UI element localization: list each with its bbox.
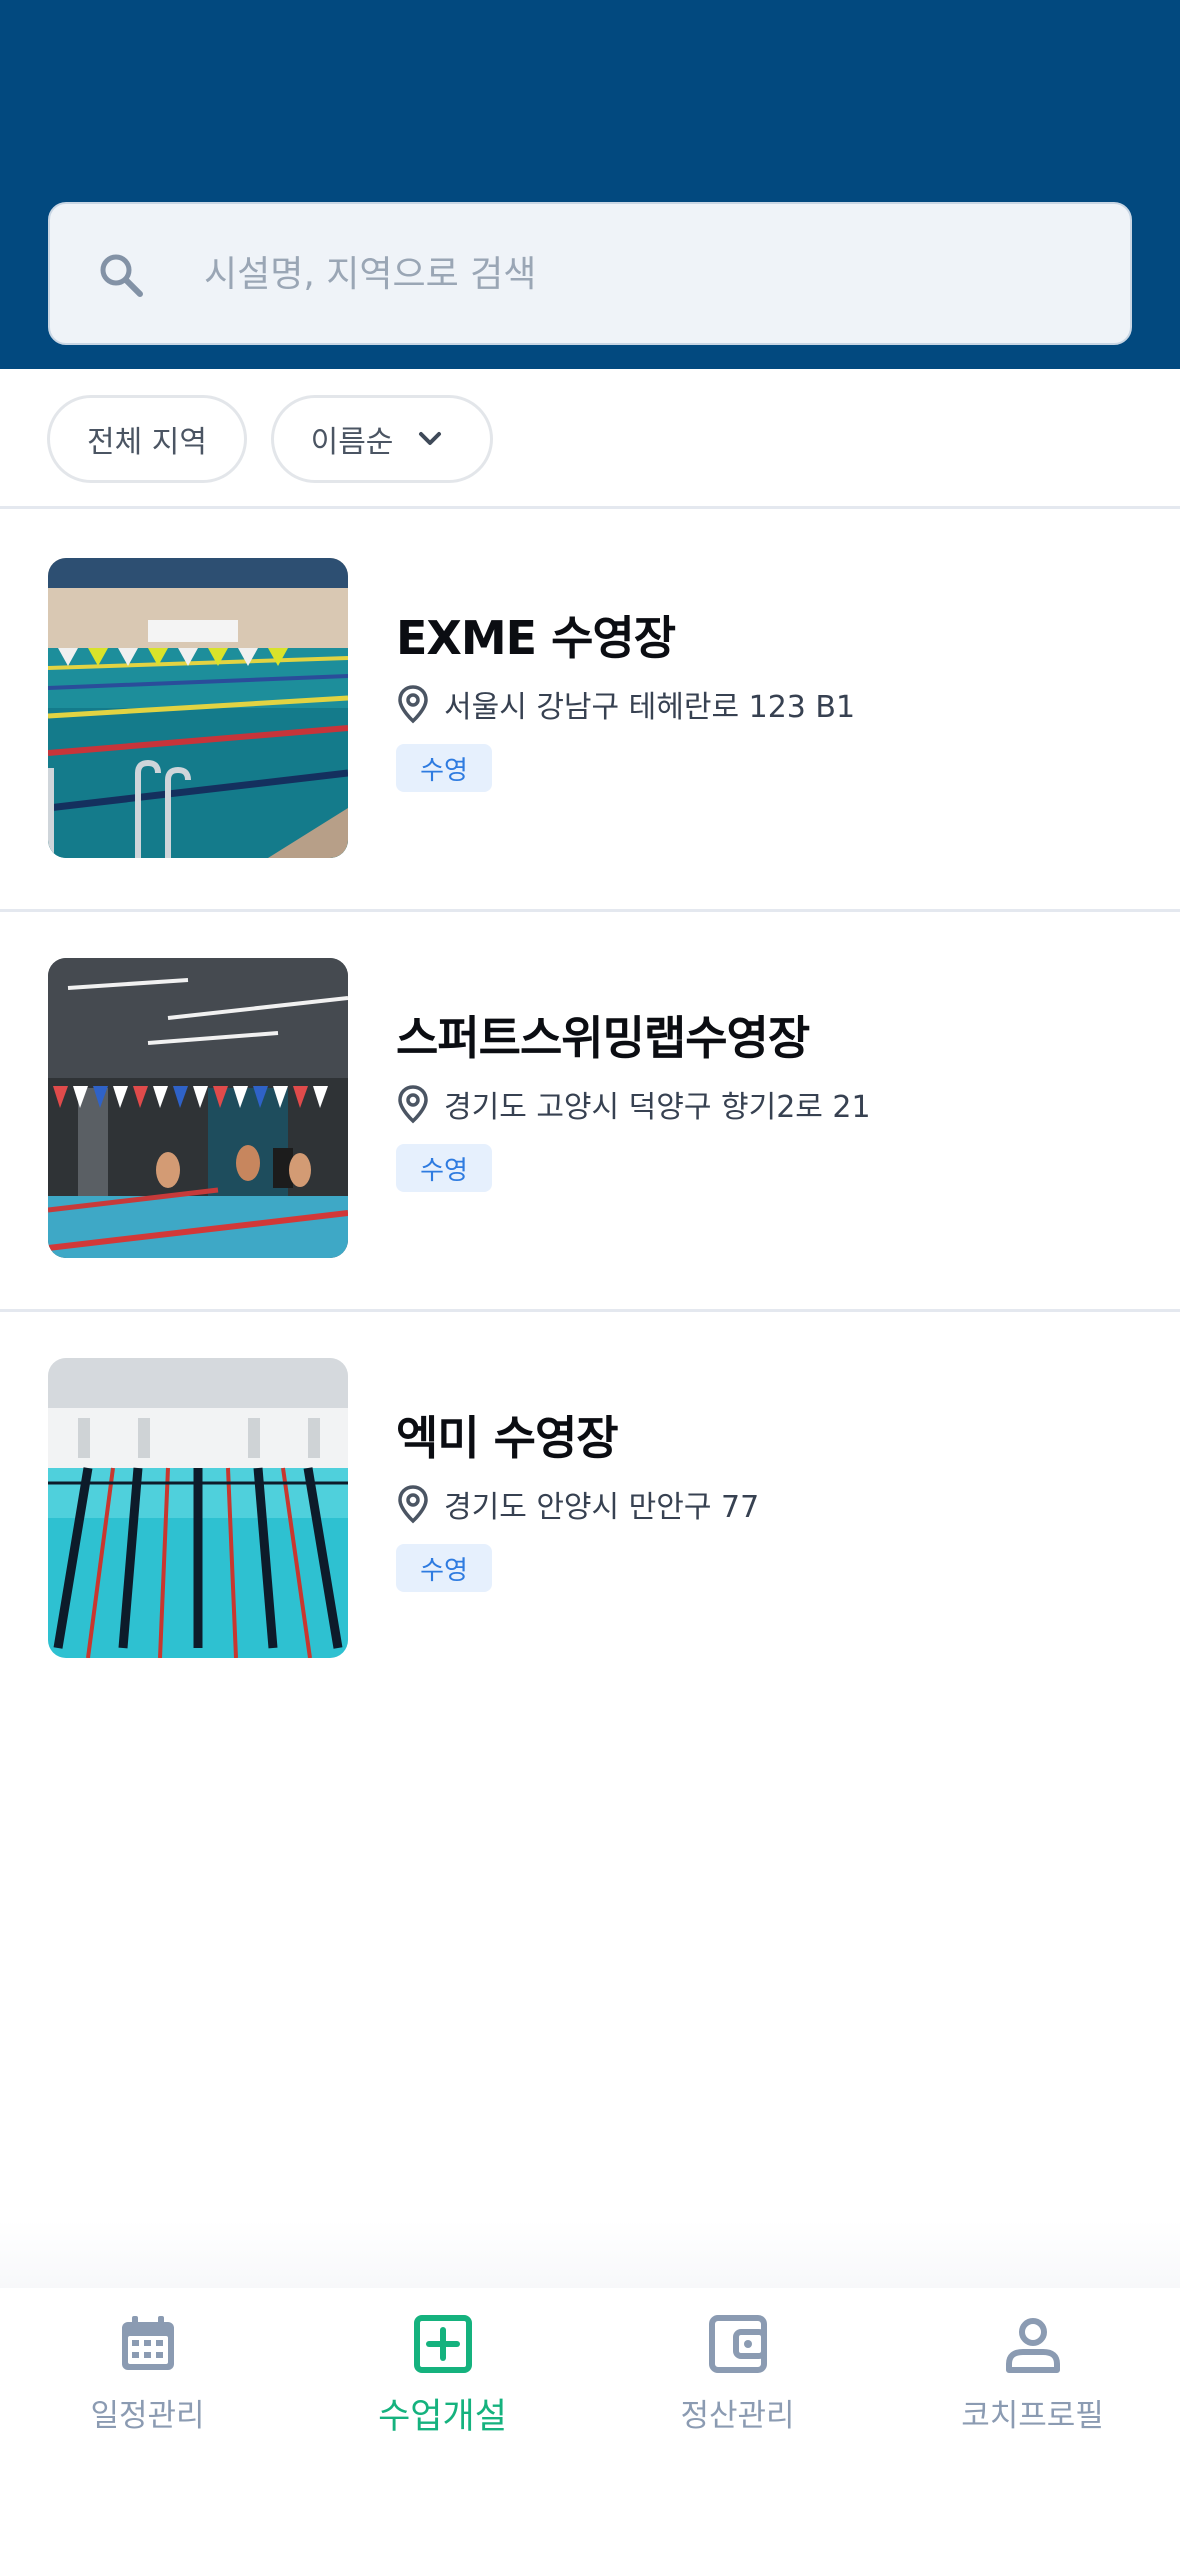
- tab-create-class[interactable]: 수업개설: [295, 2312, 590, 2462]
- facility-list: EXME 수영장 서울시 강남구 테헤란로 123 B1 수영 스퍼트스위밍랩수…: [0, 512, 1180, 1712]
- tab-label: 일정관리: [90, 2398, 205, 2434]
- facility-name: EXME 수영장: [396, 611, 676, 665]
- sort-dropdown[interactable]: 이름순: [271, 395, 493, 483]
- facility-tag: 수영: [396, 1144, 492, 1192]
- facility-thumbnail: [48, 558, 348, 858]
- facility-address-text: 경기도 고양시 덕양구 향기2로 21: [444, 1090, 871, 1125]
- facility-tag: 수영: [396, 1544, 492, 1592]
- tab-settlement[interactable]: 정산관리: [590, 2312, 885, 2462]
- facility-name: 스퍼트스위밍랩수영장: [396, 1011, 810, 1065]
- person-icon: [1005, 2318, 1060, 2373]
- search-icon: [100, 254, 143, 297]
- location-pin-icon: [398, 685, 428, 724]
- facility-tag: 수영: [396, 744, 492, 792]
- search-box[interactable]: [48, 202, 1132, 345]
- bottom-fade: [0, 2220, 1180, 2290]
- tab-label: 수업개설: [378, 2397, 507, 2437]
- lane-pool-photo: [48, 1358, 348, 1658]
- facility-address: 서울시 강남구 테헤란로 123 B1: [396, 682, 855, 726]
- tab-label: 코치프로필: [961, 2398, 1104, 2434]
- facility-item[interactable]: 스퍼트스위밍랩수영장 경기도 고양시 덕양구 향기2로 21 수영: [0, 912, 1180, 1312]
- facility-address: 경기도 고양시 덕양구 향기2로 21: [396, 1082, 871, 1126]
- region-filter-chip[interactable]: 전체 지역: [47, 395, 247, 483]
- swimmers-pool-photo: [48, 958, 348, 1258]
- sort-label: 이름순: [310, 425, 394, 460]
- facility-name: 엑미 수영장: [396, 1411, 619, 1465]
- facility-address: 경기도 안양시 만안구 77: [396, 1482, 759, 1526]
- chevron-down-icon: [419, 432, 442, 445]
- filter-bar: 전체 지역 이름순: [0, 369, 1180, 509]
- wallet-icon: [708, 2315, 767, 2373]
- facility-thumbnail: [48, 1358, 348, 1658]
- tab-coach-profile[interactable]: 코치프로필: [885, 2312, 1180, 2462]
- bottom-tab-bar: 일정관리 수업개설 정산관리 코치프로필: [0, 2288, 1180, 2558]
- tab-schedule[interactable]: 일정관리: [0, 2312, 295, 2462]
- indoor-pool-photo: [48, 558, 348, 858]
- tab-label: 정산관리: [680, 2398, 795, 2434]
- facility-thumbnail: [48, 958, 348, 1258]
- location-pin-icon: [398, 1085, 428, 1124]
- facility-address-text: 서울시 강남구 테헤란로 123 B1: [444, 690, 856, 725]
- location-pin-icon: [398, 1485, 428, 1524]
- facility-address-text: 경기도 안양시 만안구 77: [444, 1490, 760, 1525]
- search-input[interactable]: [202, 234, 1082, 314]
- calendar-icon: [121, 2316, 174, 2370]
- header: [0, 0, 1180, 369]
- plus-square-icon: [413, 2315, 472, 2373]
- facility-item[interactable]: EXME 수영장 서울시 강남구 테헤란로 123 B1 수영: [0, 512, 1180, 912]
- facility-item[interactable]: 엑미 수영장 경기도 안양시 만안구 77 수영: [0, 1312, 1180, 1712]
- region-filter-label: 전체 지역: [87, 425, 207, 460]
